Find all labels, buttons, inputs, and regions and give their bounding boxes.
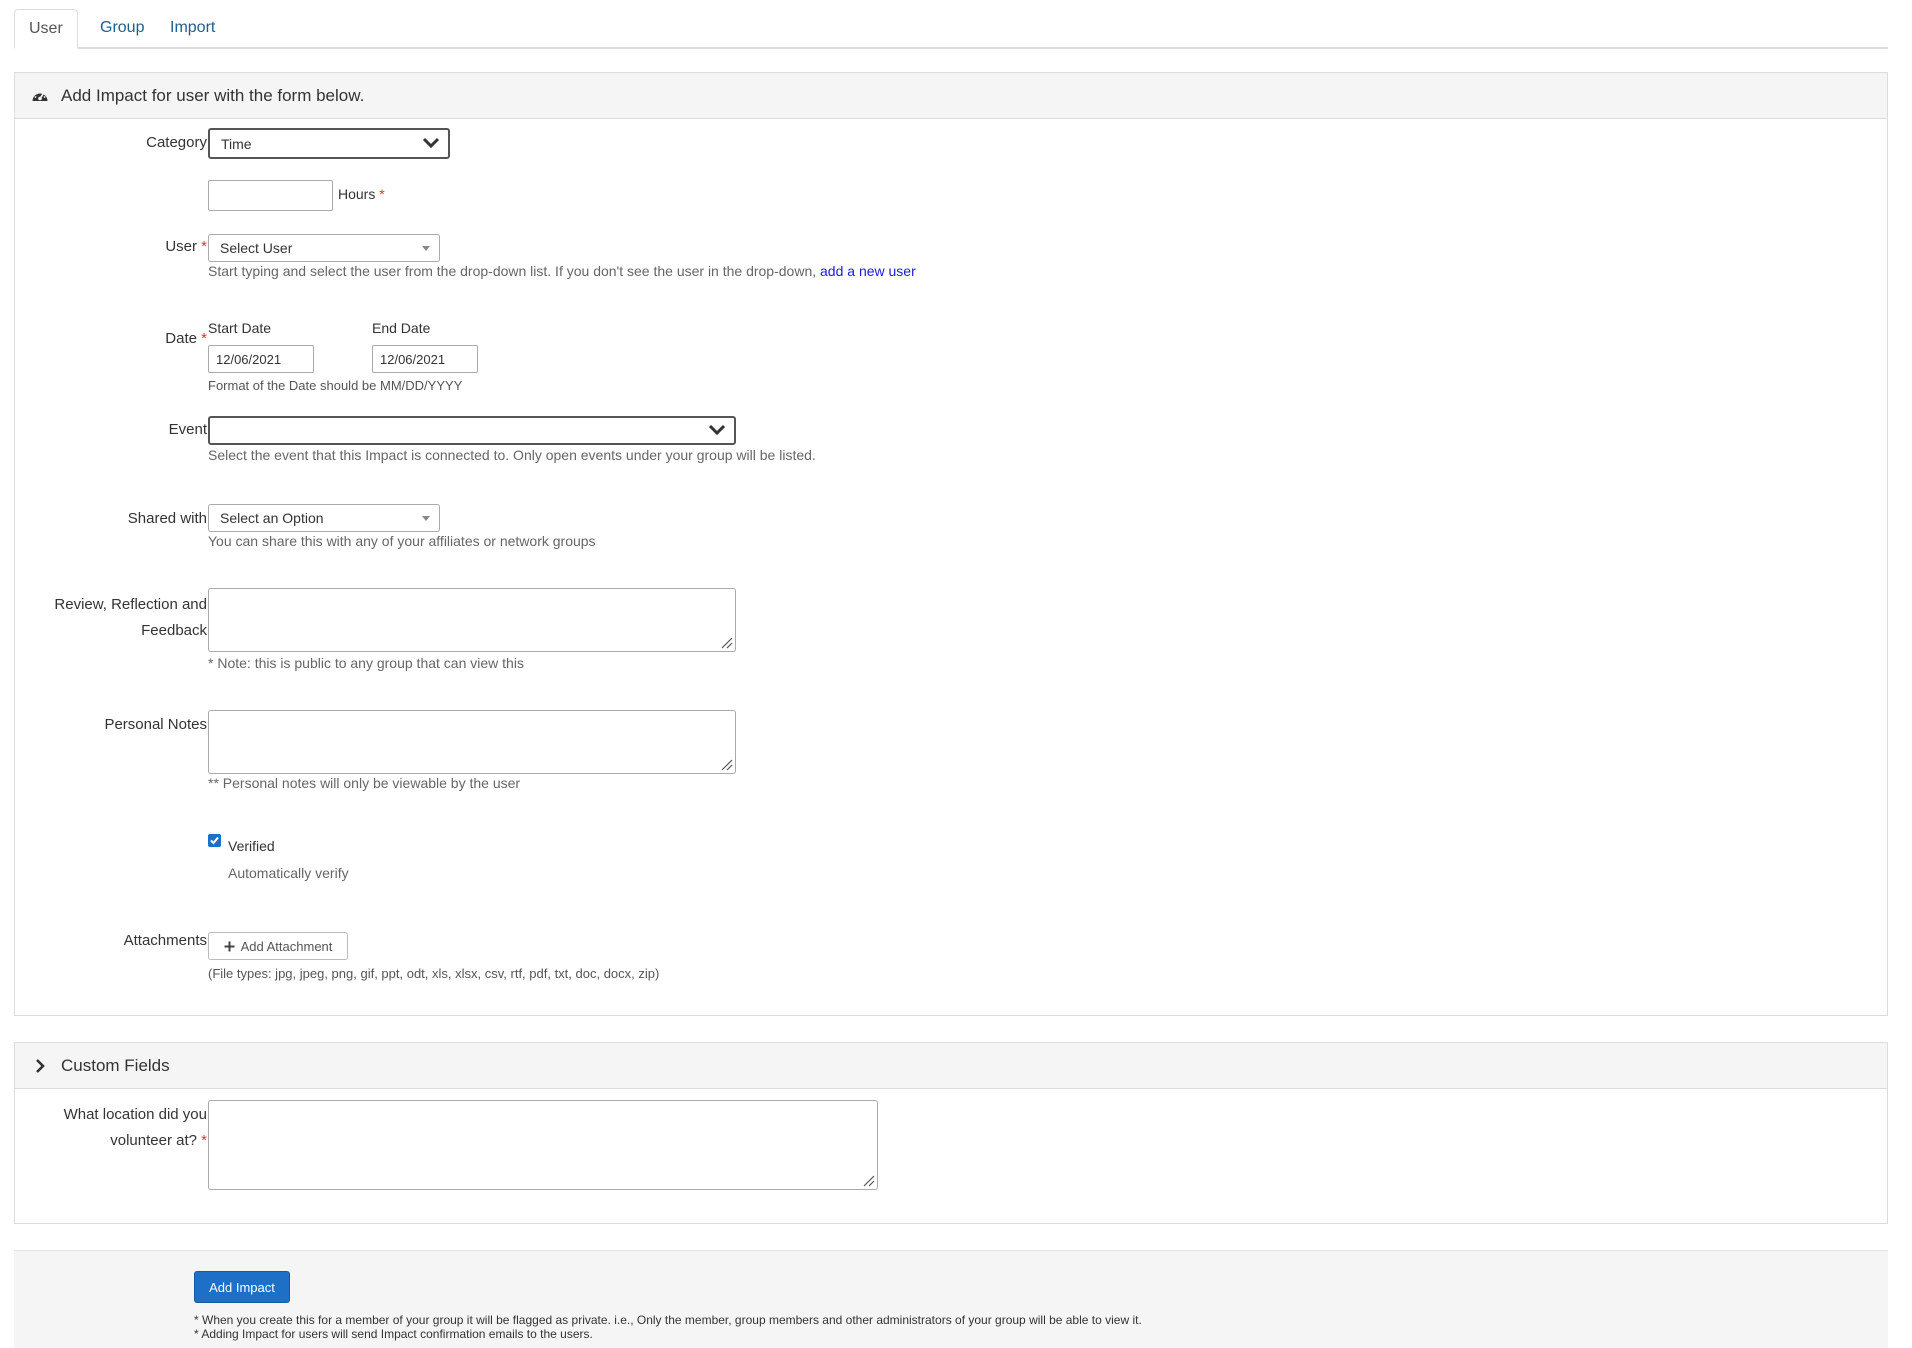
event-label: Event bbox=[168, 421, 207, 438]
add-new-user-link[interactable]: add a new user bbox=[820, 263, 916, 279]
panel-header: Add Impact for user with the form below. bbox=[15, 73, 1887, 119]
end-date-input[interactable]: 12/06/2021 bbox=[372, 345, 478, 373]
review-label-line2: Feedback bbox=[141, 622, 207, 639]
user-select[interactable]: Select User bbox=[208, 234, 440, 262]
end-date-label: End Date bbox=[372, 320, 431, 336]
location-label-line1: What location did you bbox=[63, 1106, 207, 1123]
hours-input[interactable] bbox=[208, 180, 333, 211]
tab-group[interactable]: Group bbox=[86, 9, 158, 49]
form-footer: Add Impact * When you create this for a … bbox=[14, 1250, 1888, 1348]
add-attachment-button[interactable]: Add Attachment bbox=[208, 932, 348, 960]
personal-notes-textarea[interactable] bbox=[208, 710, 736, 774]
verified-help: Automatically verify bbox=[228, 865, 349, 881]
custom-fields-header[interactable]: Custom Fields bbox=[15, 1043, 1887, 1089]
category-label: Category bbox=[146, 134, 207, 151]
custom-fields-title: Custom Fields bbox=[61, 1055, 170, 1075]
chevron-down-icon bbox=[708, 423, 726, 439]
hours-label: Hours * bbox=[338, 186, 385, 202]
add-attachment-label: Add Attachment bbox=[240, 938, 333, 954]
shared-with-placeholder: Select an Option bbox=[220, 510, 324, 526]
review-label-line1: Review, Reflection and bbox=[54, 596, 207, 613]
date-label-text: Date bbox=[165, 330, 197, 347]
footer-note-private: * When you create this for a member of y… bbox=[194, 1313, 1142, 1327]
user-label: User * bbox=[165, 234, 207, 260]
resize-grip-icon[interactable] bbox=[720, 636, 733, 649]
location-label-text: volunteer at? bbox=[110, 1132, 197, 1149]
hours-label-text: Hours bbox=[338, 186, 376, 202]
category-value: Time bbox=[221, 135, 252, 152]
shared-with-label: Shared with bbox=[127, 510, 207, 527]
start-date-input[interactable]: 12/06/2021 bbox=[208, 345, 314, 373]
user-help: Start typing and select the user from th… bbox=[208, 263, 916, 279]
dashboard-icon bbox=[31, 87, 49, 105]
tab-bar: User Group Import bbox=[14, 0, 1888, 49]
plus-icon bbox=[224, 941, 235, 951]
verified-label: Verified bbox=[228, 838, 275, 854]
start-date-label: Start Date bbox=[208, 320, 272, 336]
required-mark: * bbox=[201, 330, 207, 347]
category-select[interactable]: Time bbox=[208, 128, 450, 159]
required-mark: * bbox=[379, 186, 385, 202]
tab-import[interactable]: Import bbox=[156, 9, 229, 49]
chevron-right-icon bbox=[31, 1057, 49, 1075]
location-textarea[interactable] bbox=[208, 1100, 878, 1190]
footer-note-emails: * Adding Impact for users will send Impa… bbox=[194, 1327, 593, 1341]
event-select[interactable] bbox=[208, 416, 736, 445]
panel-title: Add Impact for user with the form below. bbox=[61, 85, 365, 105]
user-select-placeholder: Select User bbox=[220, 240, 293, 256]
shared-with-help: You can share this with any of your affi… bbox=[208, 533, 596, 549]
review-textarea[interactable] bbox=[208, 588, 736, 652]
verified-checkbox[interactable] bbox=[208, 834, 221, 847]
file-types-help: (File types: jpg, jpeg, png, gif, ppt, o… bbox=[208, 966, 660, 981]
date-format-help: Format of the Date should be MM/DD/YYYY bbox=[208, 378, 463, 393]
date-label: Date * bbox=[165, 326, 207, 352]
event-help: Select the event that this Impact is con… bbox=[208, 447, 816, 463]
required-mark: * bbox=[201, 238, 207, 255]
resize-grip-icon[interactable] bbox=[862, 1174, 875, 1187]
attachments-label: Attachments bbox=[123, 932, 207, 949]
caret-down-icon bbox=[422, 246, 430, 251]
caret-down-icon bbox=[422, 516, 430, 521]
chevron-down-icon bbox=[422, 136, 440, 152]
personal-notes-label: Personal Notes bbox=[104, 716, 207, 733]
checkmark-icon bbox=[210, 836, 219, 845]
required-mark: * bbox=[201, 1132, 207, 1149]
review-help: * Note: this is public to any group that… bbox=[208, 655, 524, 671]
resize-grip-icon[interactable] bbox=[720, 758, 733, 771]
personal-notes-help: ** Personal notes will only be viewable … bbox=[208, 775, 521, 791]
tab-user[interactable]: User bbox=[14, 9, 78, 49]
user-label-text: User bbox=[165, 238, 197, 255]
location-label-line2: volunteer at? * bbox=[110, 1128, 207, 1154]
add-impact-button[interactable]: Add Impact bbox=[194, 1271, 290, 1303]
user-help-text: Start typing and select the user from th… bbox=[208, 263, 817, 279]
shared-with-select[interactable]: Select an Option bbox=[208, 504, 440, 532]
